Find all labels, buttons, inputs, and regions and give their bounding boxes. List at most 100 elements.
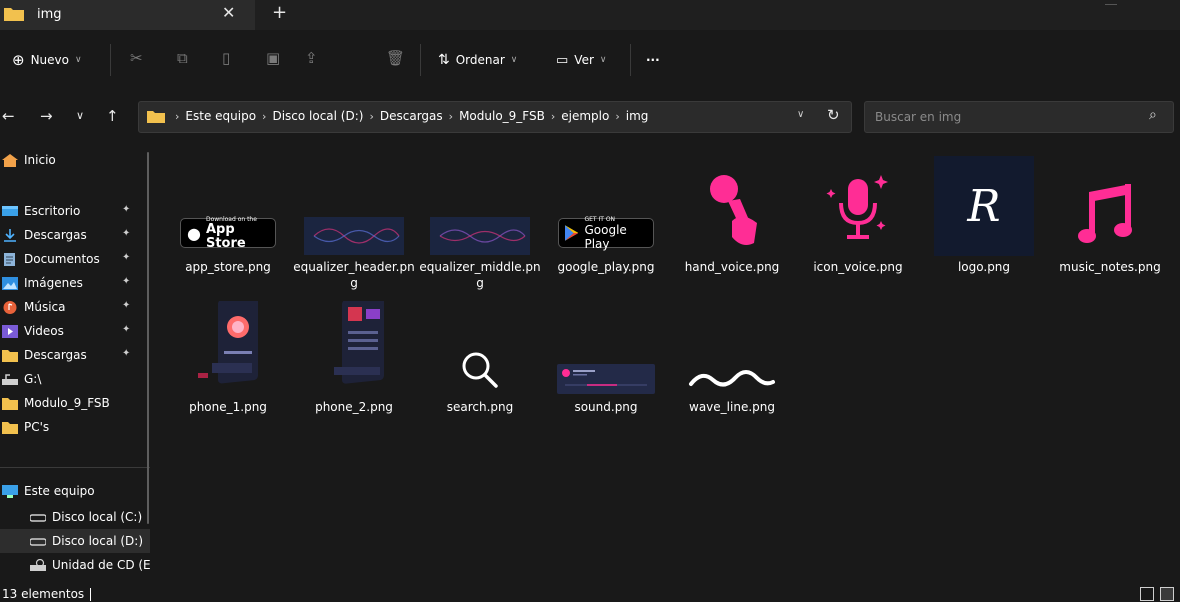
file-item[interactable]: phone_2.png — [291, 296, 417, 436]
logo-image: R — [967, 180, 1001, 232]
file-item[interactable]: R logo.png — [921, 156, 1047, 296]
view-icon: ▭ — [556, 52, 569, 68]
rename-icon[interactable]: ▣ — [266, 49, 280, 67]
sidebar-item-descargas[interactable]: Descargas ✦ — [0, 223, 150, 247]
breadcrumb-ejemplo[interactable]: ejemplo — [561, 109, 609, 123]
sort-button[interactable]: ⇅ Ordenar ∨ — [438, 50, 517, 70]
file-item[interactable]: equalizer_middle.png — [417, 156, 543, 296]
delete-icon[interactable]: 🗑 — [386, 49, 405, 67]
new-tab-button[interactable]: + — [272, 2, 287, 23]
share-icon[interactable]: ⇪ — [305, 49, 318, 67]
sort-button-label: Ordenar — [455, 53, 505, 67]
close-icon[interactable]: ✕ — [222, 3, 235, 22]
search-input[interactable]: Buscar en img ⌕ — [864, 101, 1174, 133]
sidebar-item-escritorio[interactable]: Escritorio ✦ — [0, 199, 150, 223]
tiles-view-icon[interactable] — [1160, 587, 1174, 601]
sort-icon: ⇅ — [438, 52, 450, 68]
item-count: 13 elementos — [2, 587, 85, 601]
more-options-button[interactable]: ··· — [646, 50, 660, 70]
file-item[interactable]: music_notes.png — [1047, 156, 1173, 296]
breadcrumb-separator: › — [262, 109, 267, 123]
sidebar-item-documentos[interactable]: Documentos ✦ — [0, 247, 150, 271]
sidebar-divider — [0, 467, 150, 468]
folder-icon — [4, 8, 24, 21]
equalizer-image — [304, 217, 404, 255]
google-play-badge: GET IT ON Google Play — [558, 216, 654, 251]
sidebar-item-label: Inicio — [24, 153, 56, 167]
up-arrow-icon[interactable]: ↑ — [106, 107, 119, 125]
cut-icon[interactable]: ✂ — [130, 49, 143, 67]
file-item[interactable]: search.png — [417, 296, 543, 436]
file-name: google_play.png — [557, 260, 655, 274]
documents-icon — [4, 252, 15, 266]
file-item[interactable]: hand_voice.png — [669, 156, 795, 296]
copy-icon[interactable]: ⧉ — [177, 49, 188, 67]
folder-icon — [147, 110, 165, 123]
pin-icon[interactable]: ✦ — [122, 252, 130, 263]
breadcrumb-modulo[interactable]: Modulo_9_FSB — [459, 109, 545, 123]
pin-icon[interactable]: ✦ — [122, 204, 130, 215]
sidebar-item-inicio[interactable]: Inicio — [0, 148, 150, 172]
view-button[interactable]: ▭ Ver ∨ — [556, 50, 606, 70]
sidebar-item-pcs[interactable]: PC's — [0, 415, 150, 439]
sidebar-item-este-equipo[interactable]: Este equipo — [0, 479, 150, 503]
chevron-down-icon[interactable]: ∨ — [797, 109, 804, 120]
file-name: hand_voice.png — [684, 260, 780, 274]
sidebar-item-label: Este equipo — [24, 484, 95, 498]
hand-microphone-image — [710, 175, 757, 245]
recent-locations-icon[interactable]: ∨ — [76, 109, 84, 122]
file-item[interactable]: equalizer_header.png — [291, 156, 417, 296]
paste-icon[interactable]: ▯ — [222, 49, 230, 67]
file-name: phone_2.png — [315, 400, 393, 414]
title-bar: img ✕ + — [0, 0, 1180, 30]
back-arrow-icon[interactable]: ← — [2, 107, 15, 125]
minimize-icon[interactable] — [1105, 4, 1117, 5]
pin-icon[interactable]: ✦ — [122, 348, 130, 359]
folder-icon — [2, 397, 18, 410]
sidebar-item-descargas-folder[interactable]: Descargas ✦ — [0, 343, 150, 367]
details-view-icon[interactable] — [1140, 587, 1154, 601]
pin-icon[interactable]: ✦ — [122, 300, 130, 311]
sidebar-scrollbar[interactable] — [147, 152, 149, 524]
sidebar-item-label: Descargas — [24, 228, 87, 242]
divider — [420, 44, 421, 76]
new-button-label: Nuevo — [30, 53, 69, 67]
pin-icon[interactable]: ✦ — [122, 276, 130, 287]
sidebar-item-modulo[interactable]: Modulo_9_FSB — [0, 391, 150, 415]
sidebar-item-cd-drive[interactable]: Unidad de CD (E — [0, 553, 151, 577]
file-item[interactable]: GET IT ON Google Play google_play.png — [543, 156, 669, 296]
pin-icon[interactable]: ✦ — [122, 228, 130, 239]
sidebar-item-disco-d[interactable]: Disco local (D:) — [0, 529, 150, 553]
sound-player-image — [557, 364, 655, 394]
sidebar-item-imagenes[interactable]: Imágenes ✦ — [0, 271, 150, 295]
file-name: wave_line.png — [689, 400, 775, 414]
status-bar: 13 elementos — [0, 587, 1180, 602]
file-item[interactable]: icon_voice.png — [795, 156, 921, 296]
pin-icon[interactable]: ✦ — [122, 324, 130, 335]
breadcrumb-disco-d[interactable]: Disco local (D:) — [272, 109, 363, 123]
breadcrumb: › Este equipo › Disco local (D:) › Desca… — [147, 109, 648, 123]
sidebar-item-musica[interactable]: Música ✦ — [0, 295, 150, 319]
file-item[interactable]: sound.png — [543, 296, 669, 436]
sidebar-item-label: G:\ — [24, 372, 42, 386]
forward-arrow-icon[interactable]: → — [40, 107, 53, 125]
folder-icon — [2, 421, 18, 434]
phone-image — [198, 301, 258, 384]
file-name: app_store.png — [185, 260, 271, 274]
refresh-icon[interactable]: ↻ — [827, 106, 840, 124]
new-button[interactable]: ⊕ Nuevo ∨ — [12, 50, 82, 70]
file-item[interactable]: wave_line.png — [669, 296, 795, 436]
breadcrumb-este-equipo[interactable]: Este equipo — [185, 109, 256, 123]
breadcrumb-img[interactable]: img — [626, 109, 649, 123]
sidebar-item-videos[interactable]: Videos ✦ — [0, 319, 150, 343]
sidebar-item-disco-c[interactable]: Disco local (C:) — [0, 505, 150, 529]
status-divider — [90, 588, 91, 601]
address-bar[interactable]: › Este equipo › Disco local (D:) › Desca… — [138, 101, 852, 133]
breadcrumb-descargas[interactable]: Descargas — [380, 109, 443, 123]
tab-title: img — [37, 7, 62, 22]
sidebar-item-label: Modulo_9_FSB — [24, 396, 110, 410]
sidebar-item-g-drive[interactable]: G:\ — [0, 367, 150, 391]
file-item[interactable]: phone_1.png — [165, 296, 291, 436]
file-item[interactable]: ● Download on the App Store app_store.pn… — [165, 156, 291, 296]
tab-img[interactable]: img ✕ — [0, 0, 255, 30]
